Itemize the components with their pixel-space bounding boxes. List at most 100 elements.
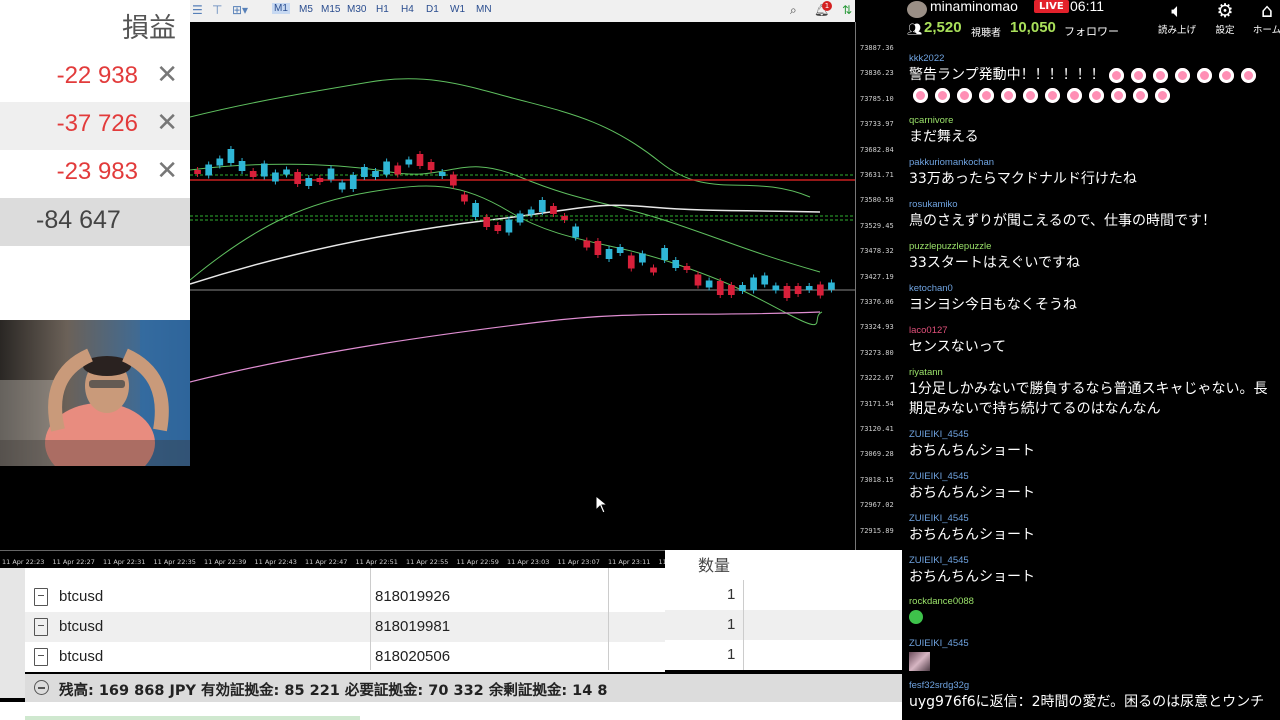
chat-stamp — [909, 650, 1271, 677]
time-tick-label: 11 Apr 22:59 — [456, 558, 499, 566]
timeframe-d1[interactable]: D1 — [426, 4, 439, 15]
price-chart[interactable] — [190, 22, 855, 550]
search-icon[interactable]: ⌕ — [790, 3, 797, 18]
chat-username[interactable]: kkk2022 — [909, 53, 1271, 65]
chat-text: まだ舞える — [909, 129, 979, 145]
chat-username[interactable]: puzzlepuzzlepuzzle — [909, 241, 1271, 253]
timeframe-h1[interactable]: H1 — [376, 4, 389, 15]
viewer-label: 視聴者 — [971, 28, 1001, 39]
candle-body — [450, 174, 457, 186]
chat-username[interactable]: ZUIEIKI_4545 — [909, 638, 1271, 650]
chat-message: ketochan0 ヨシヨシ今日もなくそうね — [909, 283, 1271, 315]
chat-message: ZUIEIKI_4545 おちんちんショート — [909, 429, 1271, 461]
avatar — [907, 1, 927, 18]
pink-stamp-icon — [1045, 87, 1060, 103]
candle-body — [427, 162, 435, 170]
chat-stamp — [909, 608, 1271, 630]
chat-message: laco0127 センスないって — [909, 325, 1271, 357]
chat-username[interactable]: riyatann — [909, 367, 1271, 379]
stream-header: minaminomao LIVE 06:11 👥︎ 2,520 視聴者 10,0… — [902, 0, 1280, 42]
timeframe-h4[interactable]: H4 — [401, 4, 414, 15]
timeframe-w1[interactable]: W1 — [450, 4, 465, 15]
pl-header: 損益 — [122, 13, 176, 44]
read-aloud-button[interactable]: 🔈︎ 読み上げ — [1154, 0, 1200, 40]
candle-body — [349, 175, 357, 189]
chat-username[interactable]: pakkuriomankochan — [909, 157, 1271, 169]
candle-body — [661, 248, 668, 260]
candle-body — [483, 217, 491, 227]
candle-body — [816, 284, 824, 296]
pl-value: -23 983 — [56, 158, 138, 185]
candle-body — [705, 280, 713, 288]
price-tick-label: 73376.06 — [860, 298, 894, 306]
pink-stamp-icon — [1174, 67, 1190, 83]
chat-username[interactable]: laco0127 — [909, 325, 1271, 337]
gear-icon: ⚙︎ — [1216, 0, 1234, 22]
document-icon — [34, 648, 48, 666]
chat-username[interactable]: rockdance0088 — [909, 596, 1271, 608]
candle-body — [361, 167, 368, 177]
price-tick-label: 73836.23 — [860, 69, 894, 78]
timeframe-mn[interactable]: MN — [476, 4, 492, 15]
quantity-cell: 1 — [727, 646, 736, 663]
pink-stamp-icon — [1108, 67, 1124, 83]
document-icon — [34, 588, 48, 606]
timeframe-m15[interactable]: M15 — [321, 4, 340, 15]
candle-body — [505, 219, 513, 233]
close-position-icon[interactable]: ✕ — [156, 108, 178, 138]
chat-username[interactable]: fesf32srdg32g — [909, 680, 1271, 692]
table-row[interactable]: btcusd 818019981 — [25, 612, 665, 642]
table-row[interactable]: btcusd 818020506 — [25, 642, 665, 672]
pl-value: -37 726 — [56, 110, 138, 137]
follower-count: 10,050 — [1010, 19, 1056, 36]
home-button[interactable]: ⌂ ホーム — [1244, 0, 1280, 40]
price-tick-label: 73018.15 — [860, 475, 894, 484]
viewer-count: 2,520 — [924, 19, 962, 36]
text-tool-icon[interactable]: ⊤ — [212, 3, 222, 17]
mouse-cursor-icon — [595, 495, 609, 514]
timeframe-m1[interactable]: M1 — [272, 3, 290, 14]
chat-username[interactable]: rosukamiko — [909, 199, 1271, 211]
price-tick-label: 73120.41 — [860, 425, 894, 433]
close-position-icon[interactable]: ✕ — [156, 60, 178, 90]
pink-stamp-icon — [1111, 87, 1126, 103]
streamer-name: minaminomao — [930, 0, 1018, 14]
price-tick-label: 73273.80 — [860, 348, 894, 357]
timeframe-m5[interactable]: M5 — [299, 4, 313, 15]
time-tick-label: 11 Apr 22:39 — [204, 558, 247, 566]
chat-username[interactable]: ketochan0 — [909, 283, 1271, 295]
table-row[interactable]: btcusd 818019926 — [25, 582, 665, 612]
price-tick-label: 73580.58 — [860, 196, 894, 205]
candle-body — [216, 158, 224, 166]
candle-body — [205, 164, 213, 176]
chat-text: uyg976f6に返信：2時間の愛だ。困るのは尿意とウンチ — [909, 694, 1265, 710]
shapes-icon[interactable]: ⊞▾ — [232, 3, 248, 17]
candle-body — [639, 253, 646, 263]
chat-username[interactable]: ZUIEIKI_4545 — [909, 471, 1271, 483]
pink-stamp-icon — [1067, 87, 1082, 103]
chat-username[interactable]: ZUIEIKI_4545 — [909, 429, 1271, 441]
chat-username[interactable]: ZUIEIKI_4545 — [909, 513, 1271, 525]
chat-username[interactable]: ZUIEIKI_4545 — [909, 555, 1271, 567]
candle-body — [238, 161, 246, 171]
pl-row: -22 938 ✕ — [0, 54, 190, 102]
candle-body — [260, 163, 268, 177]
candle-body — [750, 277, 757, 291]
candle-body — [805, 286, 813, 290]
grid-icon[interactable]: ☰ — [192, 3, 203, 17]
settings-button[interactable]: ⚙︎ 設定 — [1202, 0, 1248, 40]
chat-text: 警告ランプ発動中！！！！！！ — [909, 65, 1271, 105]
time-tick-label: 11 Apr 23:03 — [507, 558, 550, 566]
live-chat-panel: minaminomao LIVE 06:11 👥︎ 2,520 視聴者 10,0… — [902, 0, 1280, 720]
chat-username[interactable]: qcarnivore — [909, 115, 1271, 127]
chat-message: rosukamiko 鳥のさえずりが聞こえるので、仕事の時間です！ — [909, 199, 1271, 231]
candle-body — [294, 172, 301, 184]
close-position-icon[interactable]: ✕ — [156, 156, 178, 186]
collapse-icon[interactable] — [34, 680, 49, 695]
quantity-row: 1 — [665, 610, 902, 640]
chat-message: ZUIEIKI_4545 おちんちんショート — [909, 471, 1271, 503]
chat-message: riyatann 1分足しかみないで勝負するなら普通スキャじゃない。長期足みない… — [909, 367, 1271, 419]
chat-text: おちんちんショート — [909, 443, 1035, 459]
chat-text: センスないって — [909, 339, 1007, 355]
timeframe-m30[interactable]: M30 — [347, 4, 366, 15]
